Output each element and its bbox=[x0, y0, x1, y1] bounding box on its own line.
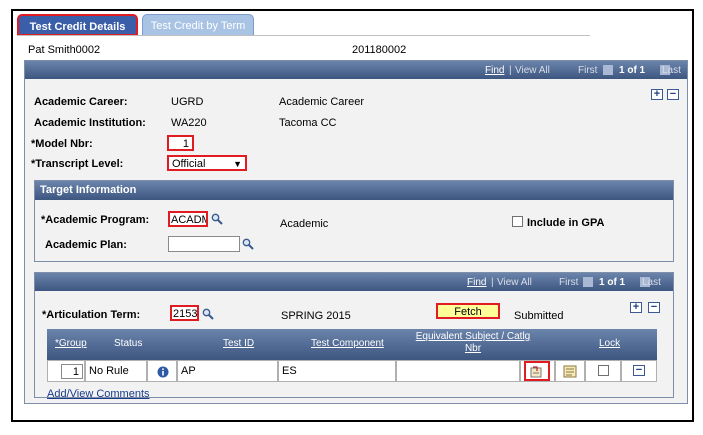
include-gpa-checkbox[interactable] bbox=[512, 216, 523, 227]
transcript-level-label: *Transcript Level: bbox=[31, 158, 124, 170]
group-input[interactable]: 1 bbox=[61, 364, 83, 379]
articulation-first-label: First bbox=[559, 277, 579, 288]
articulation-view-all-link[interactable]: View All bbox=[497, 277, 532, 288]
plan-lookup-icon[interactable] bbox=[242, 238, 254, 250]
articulation-delete-row-icon[interactable]: − bbox=[648, 302, 660, 313]
articulation-prev-arrow-icon[interactable] bbox=[583, 277, 593, 288]
articulation-last-label: Last bbox=[642, 277, 661, 288]
transcript-level-select[interactable]: Official ▼ bbox=[167, 155, 247, 171]
articulation-nav-separator: | bbox=[491, 277, 494, 288]
first-label: First bbox=[578, 65, 598, 76]
transfer-icon-cell bbox=[520, 360, 555, 382]
tab-test-credit-details[interactable]: Test Credit Details bbox=[17, 14, 138, 36]
include-gpa-label: Include in GPA bbox=[527, 217, 605, 229]
articulation-add-row-icon[interactable]: + bbox=[630, 302, 642, 313]
lock-cell bbox=[585, 360, 621, 382]
dropdown-arrow-icon: ▼ bbox=[233, 159, 242, 169]
col-test-id[interactable]: Test ID bbox=[223, 338, 254, 349]
term-lookup-icon[interactable] bbox=[202, 308, 214, 320]
col-lock[interactable]: Lock bbox=[599, 338, 620, 349]
articulation-nav-bar: Find | View All First 1 of 1 Last bbox=[35, 273, 673, 291]
tab-test-credit-by-term[interactable]: Test Credit by Term bbox=[142, 14, 254, 36]
notes-icon[interactable] bbox=[563, 365, 577, 378]
nav-separator: | bbox=[509, 65, 512, 76]
model-nbr-input[interactable]: 1 bbox=[167, 135, 194, 151]
find-link[interactable]: Find bbox=[485, 65, 504, 76]
articulation-find-link[interactable]: Find bbox=[467, 277, 486, 288]
student-name: Pat Smith0002 bbox=[28, 44, 101, 56]
articulation-term-desc: SPRING 2015 bbox=[281, 310, 351, 322]
tab-divider bbox=[17, 35, 590, 36]
delete-row-icon[interactable]: − bbox=[667, 89, 679, 100]
test-component-cell: ES bbox=[278, 360, 396, 382]
articulation-panel: Find | View All First 1 of 1 Last + − *A… bbox=[34, 272, 674, 400]
academic-plan-input[interactable] bbox=[168, 236, 240, 252]
col-equivalent[interactable]: Equivalent Subject / Catlg Nbr bbox=[411, 331, 535, 355]
view-all-link[interactable]: View All bbox=[515, 65, 550, 76]
transfer-details-icon[interactable] bbox=[530, 365, 543, 378]
academic-career-label: Academic Career: bbox=[34, 96, 128, 108]
fetch-button[interactable]: Fetch bbox=[436, 303, 500, 319]
main-panel: Find | View All First 1 of 1 Last + − Ac… bbox=[24, 60, 688, 404]
articulation-status: Submitted bbox=[514, 310, 564, 322]
academic-program-label: *Academic Program: bbox=[41, 214, 150, 226]
model-nbr-label: *Model Nbr: bbox=[31, 138, 93, 150]
col-group[interactable]: *Group bbox=[55, 338, 87, 349]
notes-icon-cell bbox=[555, 360, 585, 382]
equivalent-cell bbox=[396, 360, 520, 382]
add-view-comments-link[interactable]: Add/View Comments bbox=[47, 388, 150, 400]
info-icon[interactable] bbox=[157, 366, 169, 378]
articulation-term-input[interactable]: 2153 bbox=[170, 305, 199, 321]
academic-institution-value: WA220 bbox=[171, 117, 207, 129]
col-test-component[interactable]: Test Component bbox=[311, 338, 384, 349]
add-row-icon[interactable]: + bbox=[651, 89, 663, 100]
academic-career-desc: Academic Career bbox=[279, 96, 364, 108]
student-id: 201180002 bbox=[352, 44, 407, 56]
prev-arrow-icon[interactable] bbox=[603, 65, 613, 76]
col-status: Status bbox=[114, 338, 143, 349]
last-label: Last bbox=[662, 65, 681, 76]
row-delete-cell: − bbox=[621, 360, 657, 382]
academic-institution-label: Academic Institution: bbox=[34, 117, 146, 129]
academic-career-value: UGRD bbox=[171, 96, 204, 108]
articulation-term-label: *Articulation Term: bbox=[42, 309, 141, 321]
lock-checkbox[interactable] bbox=[598, 365, 609, 376]
test-id-cell: AP bbox=[177, 360, 278, 382]
academic-plan-label: Academic Plan: bbox=[45, 239, 127, 251]
grid-header: *Group Status Test ID Test Component Equ… bbox=[47, 329, 657, 360]
info-cell bbox=[147, 360, 177, 382]
transcript-level-value: Official bbox=[172, 158, 206, 170]
articulation-row-range: 1 of 1 bbox=[599, 277, 626, 288]
status-cell: No Rule bbox=[85, 360, 147, 382]
target-information-panel: Target Information *Academic Program: AC… bbox=[34, 180, 674, 262]
academic-program-input[interactable]: ACADM bbox=[168, 211, 208, 227]
group-cell: 1 bbox=[47, 360, 85, 382]
target-information-title: Target Information bbox=[35, 181, 673, 200]
main-nav-bar: Find | View All First 1 of 1 Last bbox=[25, 61, 687, 79]
academic-program-desc: Academic bbox=[280, 218, 329, 230]
academic-institution-desc: Tacoma CC bbox=[279, 117, 337, 129]
row-range: 1 of 1 bbox=[619, 65, 646, 76]
program-lookup-icon[interactable] bbox=[211, 213, 223, 225]
grid-delete-row-icon[interactable]: − bbox=[633, 365, 645, 376]
